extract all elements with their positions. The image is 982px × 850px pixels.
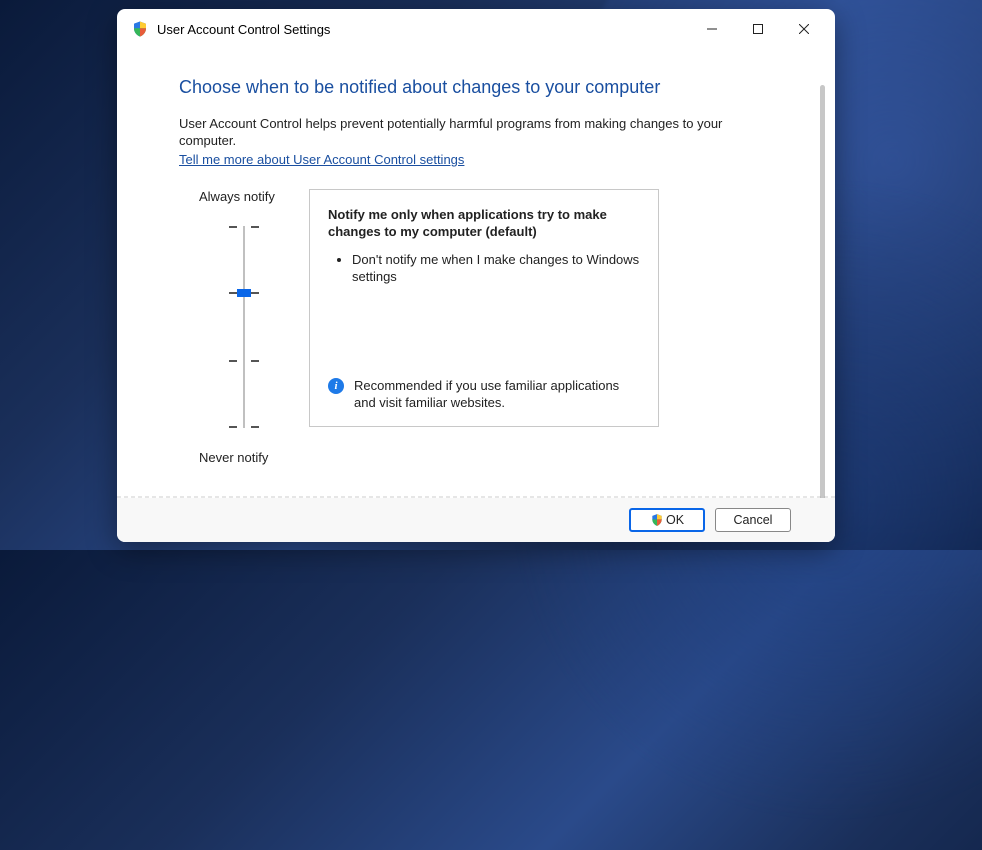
recommendation-text: Recommended if you use familiar applicat… [354, 377, 640, 412]
notification-slider[interactable] [229, 222, 259, 432]
ok-label: OK [666, 513, 684, 527]
info-icon: i [328, 378, 344, 394]
page-description: User Account Control helps prevent poten… [179, 116, 773, 150]
uac-settings-window: User Account Control Settings Choose whe… [117, 9, 835, 542]
setting-description-box: Notify me only when applications try to … [309, 189, 659, 427]
separator [117, 496, 835, 498]
shield-icon [650, 513, 664, 527]
minimize-button[interactable] [689, 13, 735, 45]
ok-button[interactable]: OK [629, 508, 705, 532]
setting-title: Notify me only when applications try to … [328, 206, 640, 241]
body-area: Choose when to be notified about changes… [117, 49, 835, 498]
slider-label-always: Always notify [199, 189, 309, 204]
button-bar: OK Cancel [117, 498, 835, 542]
scrollbar[interactable] [820, 85, 825, 498]
slider-label-never: Never notify [199, 450, 309, 465]
maximize-button[interactable] [735, 13, 781, 45]
close-button[interactable] [781, 13, 827, 45]
page-heading: Choose when to be notified about changes… [179, 77, 773, 98]
titlebar: User Account Control Settings [117, 9, 835, 49]
slider-thumb[interactable] [237, 289, 251, 297]
window-title: User Account Control Settings [157, 22, 689, 37]
cancel-button[interactable]: Cancel [715, 508, 791, 532]
learn-more-link[interactable]: Tell me more about User Account Control … [179, 152, 464, 167]
shield-icon [131, 20, 149, 38]
setting-bullet: Don't notify me when I make changes to W… [352, 251, 640, 286]
cancel-label: Cancel [734, 513, 773, 527]
